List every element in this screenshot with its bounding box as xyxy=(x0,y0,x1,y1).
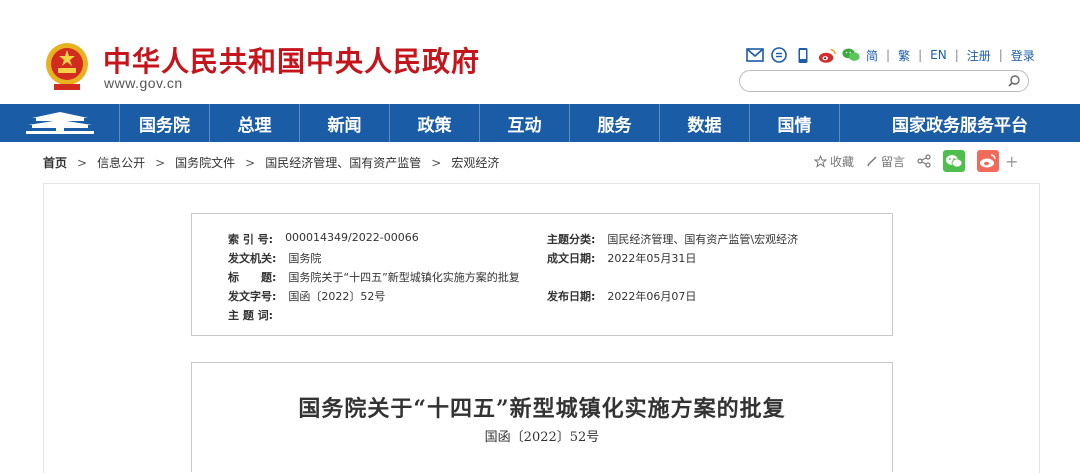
login-link[interactable]: 登录 xyxy=(1011,47,1035,64)
meta-label: 发布日期: xyxy=(547,290,596,303)
search-box xyxy=(739,70,1029,92)
nav-home[interactable] xyxy=(0,104,120,142)
meta-label: 主题分类: xyxy=(547,233,596,246)
nav-item-gov-service-platform[interactable]: 国家政务服务平台 xyxy=(840,104,1080,142)
breadcrumb-bar: 首页 > 信息公开 > 国务院文件 > 国民经济管理、国有资产监管 > 宏观经济… xyxy=(0,142,1080,182)
divider: | xyxy=(886,48,891,62)
search-icon[interactable] xyxy=(1007,74,1021,88)
traditional-chinese-link[interactable]: 繁 xyxy=(898,47,910,64)
nav-item-policy[interactable]: 政策 xyxy=(390,104,480,142)
meta-row-publish-date: 发布日期: 2022年06月07日 xyxy=(547,288,696,304)
meta-label: 发文机关: xyxy=(228,252,277,265)
meta-row-written-date: 成文日期: 2022年05月31日 xyxy=(547,250,696,266)
document-number: 国函〔2022〕52号 xyxy=(484,430,600,445)
weibo-icon[interactable] xyxy=(818,46,836,64)
more-share-button[interactable]: + xyxy=(1005,152,1018,171)
divider: | xyxy=(998,48,1003,62)
breadcrumb: 首页 > 信息公开 > 国务院文件 > 国民经济管理、国有资产监管 > 宏观经济 xyxy=(43,154,499,171)
chat-icon[interactable] xyxy=(770,46,788,64)
nav-item-state-council[interactable]: 国务院 xyxy=(120,104,210,142)
share-icon xyxy=(917,154,931,168)
register-link[interactable]: 注册 xyxy=(967,47,991,64)
mobile-icon[interactable] xyxy=(794,46,812,64)
document-body: 国务院关于“十四五”新型城镇化实施方案的批复 国函〔2022〕52号 xyxy=(191,362,893,472)
comment-button[interactable]: 留言 xyxy=(866,153,905,170)
chevron-right-icon: > xyxy=(431,155,442,170)
top-links: 简 | 繁 | EN | 注册 | 登录 xyxy=(746,44,1035,66)
nav-item-services[interactable]: 服务 xyxy=(570,104,660,142)
meta-value: 国函〔2022〕52号 xyxy=(288,290,386,303)
weibo-icon xyxy=(980,154,996,168)
nav-item-news[interactable]: 新闻 xyxy=(300,104,390,142)
breadcrumb-home[interactable]: 首页 xyxy=(43,154,67,171)
nav-item-national-conditions[interactable]: 国情 xyxy=(750,104,840,142)
pencil-icon xyxy=(867,156,877,167)
share-button[interactable] xyxy=(917,154,931,168)
comment-label: 留言 xyxy=(881,154,906,169)
breadcrumb-economy-management[interactable]: 国民经济管理、国有资产监管 xyxy=(265,154,421,171)
wechat-icon xyxy=(946,155,963,168)
site-header: 中华人民共和国中央人民政府 www.gov.cn 简 | 繁 | EN | 注册… xyxy=(0,0,1080,104)
meta-label: 成文日期: xyxy=(547,252,596,265)
chevron-right-icon: > xyxy=(77,155,88,170)
tiananmen-icon xyxy=(25,112,94,134)
divider: | xyxy=(954,48,959,62)
simplified-chinese-link[interactable]: 简 xyxy=(866,47,878,64)
wechat-share-button[interactable] xyxy=(943,150,966,172)
meta-value: 国务院 xyxy=(288,252,322,265)
nav-item-interaction[interactable]: 互动 xyxy=(480,104,570,142)
page-tools: 收藏 留言 + xyxy=(814,150,1018,172)
weibo-share-button[interactable] xyxy=(977,150,1000,172)
meta-label: 主 题 词: xyxy=(228,309,274,322)
breadcrumb-info-disclosure[interactable]: 信息公开 xyxy=(97,154,145,171)
email-icon[interactable] xyxy=(746,46,764,64)
star-icon xyxy=(814,154,827,168)
site-title[interactable]: 中华人民共和国中央人民政府 xyxy=(103,40,480,80)
meta-value: 2022年05月31日 xyxy=(607,252,697,265)
meta-row-index: 索 引 号: 000014349/2022-00066 xyxy=(228,231,419,247)
document-title: 国务院关于“十四五”新型城镇化实施方案的批复 xyxy=(298,396,786,422)
meta-value: 国务院关于“十四五”新型城镇化实施方案的批复 xyxy=(288,271,520,284)
meta-label: 发文字号: xyxy=(228,290,277,303)
meta-label: 索 引 号: xyxy=(228,233,274,246)
meta-row-keywords: 主 题 词: xyxy=(228,307,285,323)
meta-label: 标 题: xyxy=(228,271,277,284)
breadcrumb-macro-economy[interactable]: 宏观经济 xyxy=(451,154,499,171)
english-link[interactable]: EN xyxy=(930,48,947,62)
divider: | xyxy=(918,48,923,62)
meta-value: 2022年06月07日 xyxy=(607,290,697,303)
favorite-label: 收藏 xyxy=(830,154,855,169)
nav-item-data[interactable]: 数据 xyxy=(660,104,750,142)
nav-item-premier[interactable]: 总理 xyxy=(210,104,300,142)
meta-value: 000014349/2022-00066 xyxy=(285,231,419,244)
main-nav: 国务院 总理 新闻 政策 互动 服务 数据 国情 国家政务服务平台 xyxy=(0,104,1080,142)
wechat-icon[interactable] xyxy=(842,46,860,64)
breadcrumb-state-council-docs[interactable]: 国务院文件 xyxy=(175,154,235,171)
document-metadata-table: 索 引 号: 000014349/2022-00066 主题分类: 国民经济管理… xyxy=(191,213,893,336)
favorite-button[interactable]: 收藏 xyxy=(814,153,854,170)
national-emblem-icon[interactable] xyxy=(44,40,90,92)
meta-row-doc-number: 发文字号: 国函〔2022〕52号 xyxy=(228,288,385,304)
meta-row-category: 主题分类: 国民经济管理、国有资产监管\宏观经济 xyxy=(547,231,798,247)
meta-row-title: 标 题: 国务院关于“十四五”新型城镇化实施方案的批复 xyxy=(228,269,520,285)
site-url[interactable]: www.gov.cn xyxy=(104,75,183,91)
search-input[interactable] xyxy=(750,72,1000,92)
meta-row-issuer: 发文机关: 国务院 xyxy=(228,250,321,266)
meta-value: 国民经济管理、国有资产监管\宏观经济 xyxy=(607,233,799,246)
chevron-right-icon: > xyxy=(155,155,166,170)
chevron-right-icon: > xyxy=(245,155,256,170)
